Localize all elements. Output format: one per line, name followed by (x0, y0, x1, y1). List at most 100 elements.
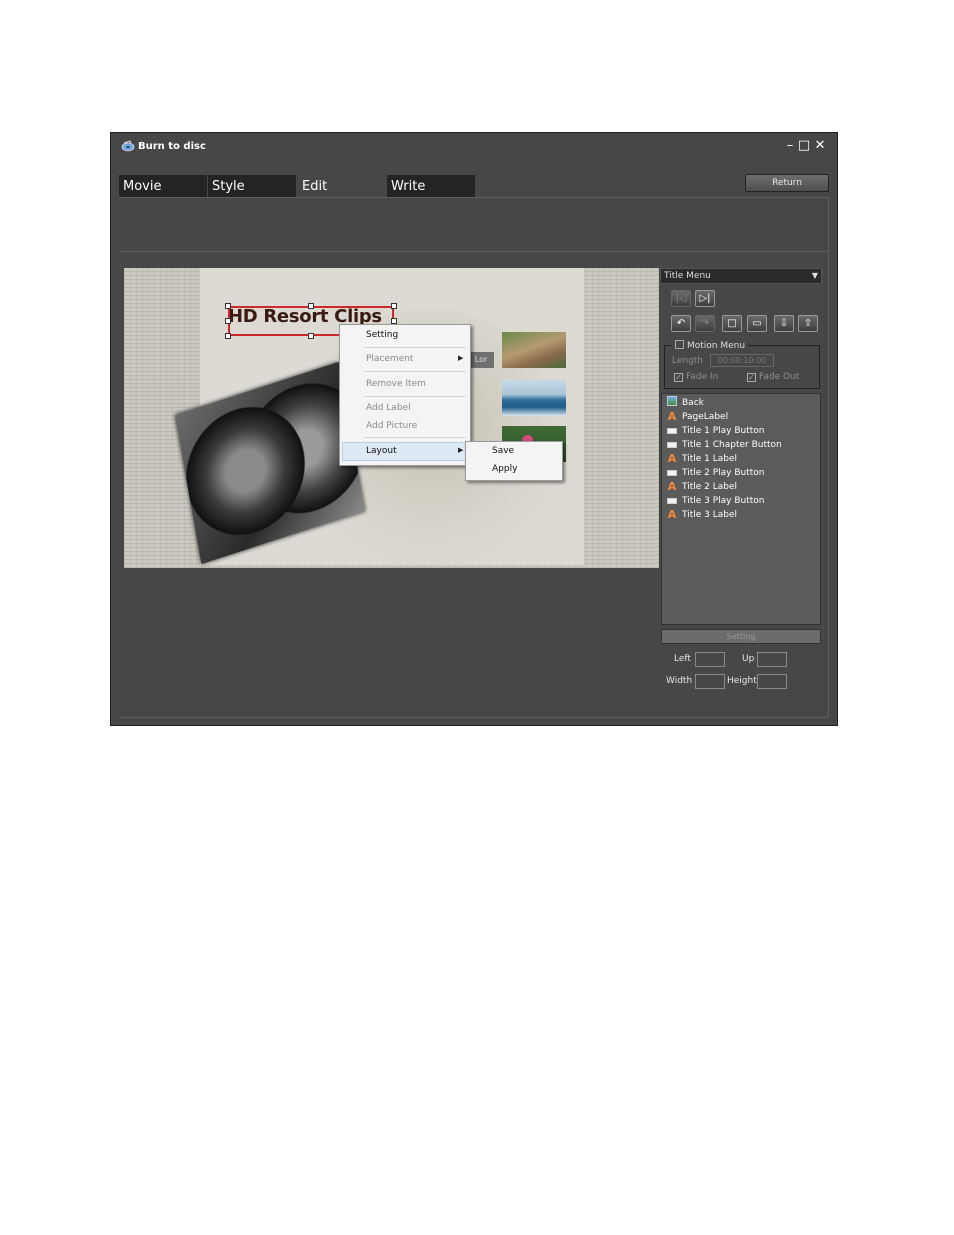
undo-icon[interactable]: ↶ (671, 315, 691, 332)
list-item-label: Title 3 Label (682, 510, 738, 520)
text-label-icon: A (667, 480, 677, 493)
bottom-border (119, 717, 829, 718)
list-item-label: Title 3 Play Button (682, 496, 765, 506)
submenu-item-apply[interactable]: Apply (492, 461, 517, 477)
resize-handle[interactable] (225, 333, 231, 339)
list-item-title1-label[interactable]: A Title 1 Label (667, 452, 737, 466)
motion-menu-label: Motion Menu (687, 341, 746, 351)
toolbar-divider (119, 251, 829, 252)
menu-item-add-label[interactable]: Add Label (366, 400, 411, 416)
prev-page-icon[interactable]: |◁ (671, 290, 691, 307)
close-icon[interactable]: ✕ (813, 137, 827, 155)
button-icon (667, 428, 677, 434)
length-field[interactable]: 00:00:10:00 (710, 354, 774, 367)
fade-in-label: Fade In (686, 372, 719, 382)
list-item-title1-play[interactable]: Title 1 Play Button (667, 424, 765, 438)
layout-submenu: Save Apply (465, 441, 563, 481)
tab-movie[interactable]: Movie (119, 175, 207, 198)
list-item-label: Title 1 Label (682, 454, 738, 464)
tab-style[interactable]: Style (208, 175, 296, 198)
width-label: Width (666, 676, 693, 686)
motion-menu-group (664, 345, 820, 389)
button-icon (667, 442, 677, 448)
menu-select-dropdown[interactable]: Title Menu ▼ (660, 268, 822, 284)
list-item-title3-label[interactable]: A Title 3 Label (667, 508, 737, 522)
minimize-icon[interactable]: – (783, 137, 797, 155)
checkbox-icon: ✓ (747, 373, 756, 382)
setting-button[interactable]: Setting (661, 629, 821, 644)
resize-handle[interactable] (308, 303, 314, 309)
menu-select-value: Title Menu (664, 271, 711, 281)
up-field[interactable] (757, 652, 787, 667)
menu-preview-canvas[interactable]: HD Resort Clips Lor Setting Placement ▶ … (124, 268, 659, 568)
list-item-label: Title 1 Play Button (682, 426, 765, 436)
title-2-thumbnail[interactable] (502, 380, 566, 416)
menu-separator (364, 371, 466, 372)
list-item-title1-chapter[interactable]: Title 1 Chapter Button (667, 438, 782, 452)
height-field[interactable] (757, 674, 787, 689)
menu-item-remove-item[interactable]: Remove Item (366, 376, 426, 392)
menu-separator (364, 396, 466, 397)
menu-separator (364, 347, 466, 348)
maximize-icon[interactable]: □ (797, 137, 811, 155)
tab-write[interactable]: Write (387, 175, 475, 198)
checkbox-icon (675, 340, 684, 349)
list-item-pagelabel[interactable]: A PageLabel (667, 410, 728, 424)
menu-item-list[interactable]: Back A PageLabel Title 1 Play Button Titl… (661, 393, 821, 625)
tab-edit[interactable]: Edit (298, 175, 386, 198)
left-field[interactable] (695, 652, 725, 667)
width-field[interactable] (695, 674, 725, 689)
menu-item-placement[interactable]: Placement (366, 351, 413, 367)
return-button[interactable]: Return (745, 174, 829, 192)
tv-preview-icon[interactable]: ▭ (747, 315, 767, 332)
import-icon[interactable]: ⇩ (774, 315, 794, 332)
resize-handle[interactable] (308, 333, 314, 339)
chevron-down-icon: ▼ (811, 271, 818, 280)
list-item-label: Title 2 Label (682, 482, 738, 492)
resize-handle[interactable] (225, 318, 231, 324)
next-page-icon[interactable]: ▷| (695, 290, 715, 307)
background-image-icon (667, 396, 677, 406)
fade-in-checkbox[interactable]: ✓ Fade In (674, 372, 718, 382)
tab-divider (119, 197, 829, 198)
text-label-icon: A (667, 410, 677, 423)
menu-item-add-picture[interactable]: Add Picture (366, 418, 417, 434)
length-label: Length (672, 356, 704, 366)
submenu-arrow-icon: ▶ (458, 354, 464, 362)
title-label-chip[interactable]: Lor (468, 352, 494, 368)
menu-separator (364, 437, 466, 438)
list-item-title3-play[interactable]: Title 3 Play Button (667, 494, 765, 508)
height-label: Height (727, 676, 757, 686)
redo-icon[interactable]: ↷ (695, 315, 715, 332)
resize-handle[interactable] (225, 303, 231, 309)
right-border (828, 197, 829, 717)
title-bar[interactable]: Burn to disc – □ ✕ (111, 133, 837, 161)
menu-item-layout[interactable]: Layout (366, 443, 397, 459)
checkbox-icon: ✓ (674, 373, 683, 382)
fade-out-label: Fade Out (759, 372, 800, 382)
button-icon (667, 498, 677, 504)
list-item-label: Title 2 Play Button (682, 468, 765, 478)
list-item-back[interactable]: Back (667, 396, 704, 410)
button-icon (667, 470, 677, 476)
list-item-title2-label[interactable]: A Title 2 Label (667, 480, 737, 494)
up-label: Up (742, 654, 755, 664)
safe-area-icon[interactable]: □ (722, 315, 742, 332)
motion-menu-checkbox[interactable]: Motion Menu (672, 340, 749, 351)
resize-handle[interactable] (391, 303, 397, 309)
title-1-thumbnail[interactable] (502, 332, 566, 368)
list-item-label: PageLabel (682, 412, 729, 422)
fade-out-checkbox[interactable]: ✓ Fade Out (747, 372, 799, 382)
submenu-item-save[interactable]: Save (492, 443, 514, 459)
left-label: Left (674, 654, 691, 664)
export-icon[interactable]: ⇧ (798, 315, 818, 332)
list-item-label: Title 1 Chapter Button (682, 440, 782, 450)
window-title: Burn to disc (138, 141, 206, 152)
list-item-label: Back (682, 398, 704, 408)
list-item-title2-play[interactable]: Title 2 Play Button (667, 466, 765, 480)
text-label-icon: A (667, 452, 677, 465)
menu-item-setting[interactable]: Setting (366, 327, 398, 343)
burn-to-disc-window: Burn to disc – □ ✕ Movie Style Edit Writ… (110, 132, 838, 726)
text-label-icon: A (667, 508, 677, 521)
disc-app-icon (121, 140, 135, 152)
